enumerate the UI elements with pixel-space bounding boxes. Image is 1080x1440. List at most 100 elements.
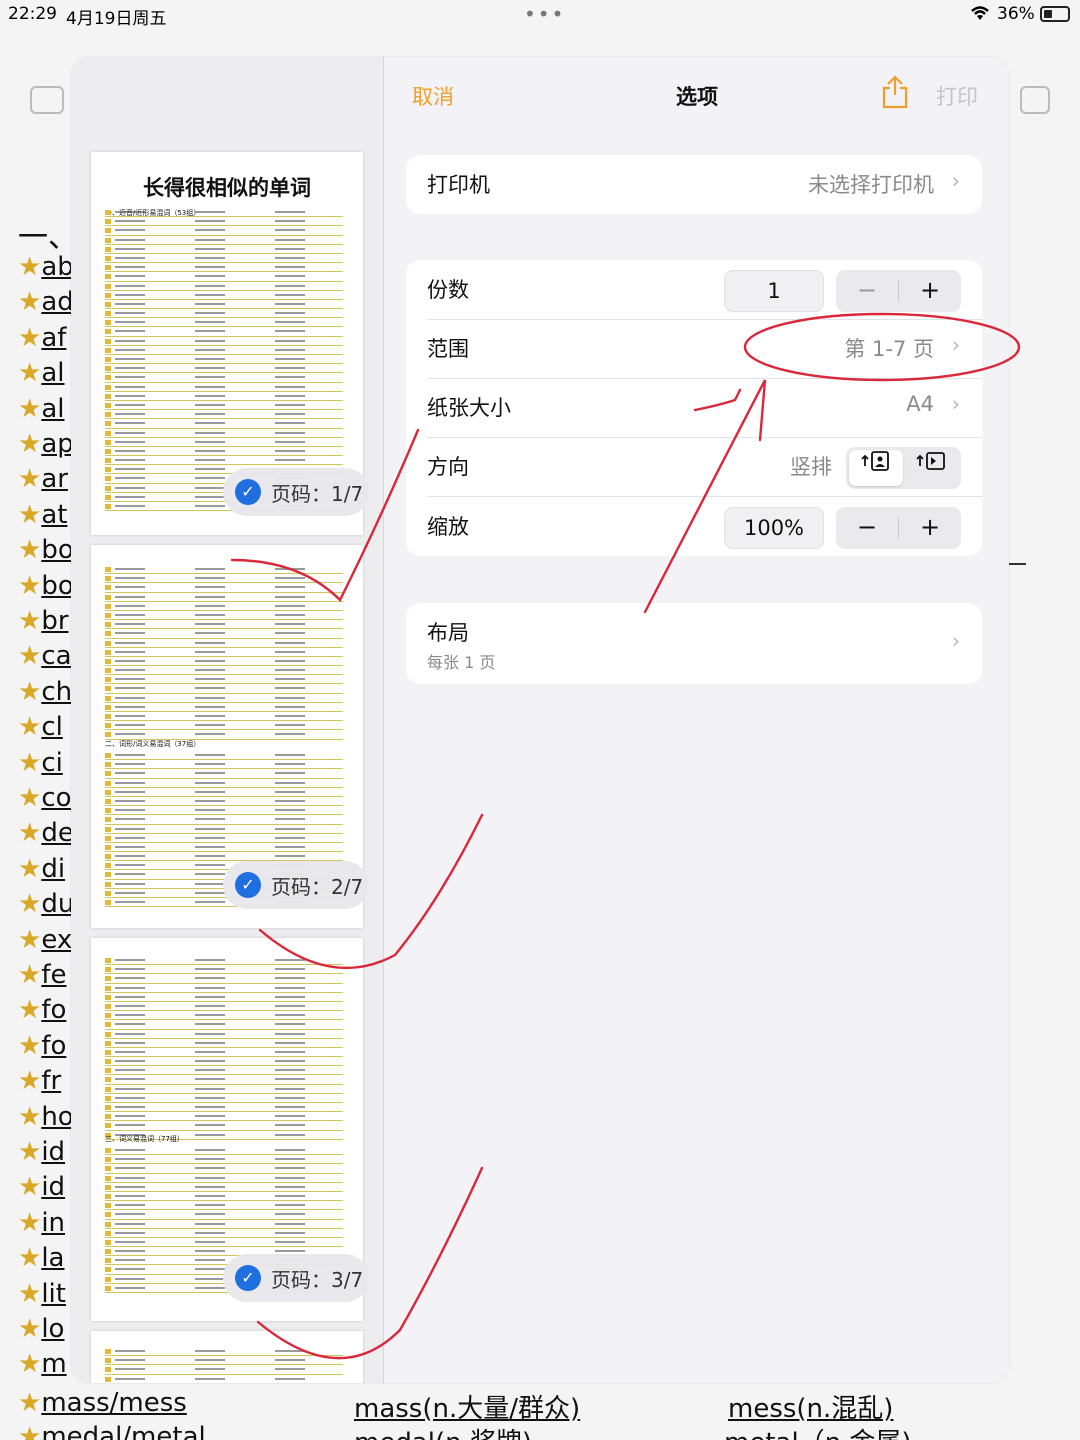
layout-card: 布局 每张 1 页 › [406,603,982,684]
star-icon: ★ [18,1172,42,1203]
print-settings: 取消 选项 打印 打印机 未选择打印机 › 份数 1 − + 范围 第 1-7 … [385,57,1009,1383]
star-icon: ★ [18,641,42,672]
orientation-toggle [846,447,961,489]
chevron-right-icon: › [951,629,960,653]
star-icon: ★ [18,1243,42,1274]
star-icon: ★ [18,499,42,530]
background-divider [1008,563,1026,565]
star-icon: ★ [18,1314,42,1344]
section-heading: 二、词形/词义易混词（37组） [105,740,201,748]
background-row: ★ad [18,287,74,318]
background-row: ★ex [18,924,73,955]
decrement-button[interactable]: − [836,270,898,312]
background-row: ★id [18,1137,66,1167]
chevron-right-icon: › [951,333,960,357]
checkmark-icon: ✓ [235,479,261,505]
background-row: ★fr [18,1066,62,1097]
star-icon: ★ [18,606,42,636]
printer-row[interactable]: 打印机 未选择打印机 › [406,155,982,214]
background-row: ★m [18,1349,67,1380]
page-badge-1[interactable]: ✓ 页码：1/7 [223,468,369,516]
portrait-icon[interactable] [849,450,903,486]
background-heading: 一、 [18,220,78,255]
background-row: ★fo [18,1030,67,1061]
scale-input[interactable]: 100% [724,507,824,549]
star-icon: ★ [18,853,42,884]
layout-row[interactable]: 布局 每张 1 页 › [406,603,982,684]
star-icon: ★ [18,358,42,389]
sidebar-icon [30,86,64,114]
background-row: ★ch [18,676,73,707]
star-icon: ★ [18,1101,42,1132]
battery-icon [1040,6,1070,22]
share-icon[interactable] [881,75,909,109]
background-row: ★ab [18,252,74,282]
star-icon: ★ [18,287,42,318]
star-icon: ★ [18,429,42,459]
section-heading: 三、词义易混词（77组） [105,1135,184,1143]
star-icon: ★ [18,535,42,566]
background-row: ★fo [18,995,67,1026]
battery-percent: 36% [997,4,1035,24]
star-icon: ★ [18,1066,42,1097]
checkmark-icon: ✓ [235,1265,261,1291]
multitask-dots[interactable]: ••• [524,2,565,26]
paper-size-value: A4 [906,392,934,416]
print-button[interactable]: 打印 [936,81,978,111]
background-row-mass: ★mass/mess mass(n.大量/群众) mess(n.混乱) [18,1388,894,1424]
background-row: ★de [18,818,74,849]
star-icon: ★ [18,252,42,282]
star-icon: ★ [18,924,42,955]
compose-icon [1020,86,1050,114]
range-row[interactable]: 范围 第 1-7 页 › [406,319,982,378]
star-icon: ★ [18,393,42,424]
page-badge-2[interactable]: ✓ 页码：2/7 [223,861,369,909]
background-row: ★di [18,853,66,884]
increment-button[interactable]: + [899,270,961,312]
copies-stepper: − + [836,270,961,312]
star-icon: ★ [18,1030,42,1061]
decrement-button[interactable]: − [836,507,898,549]
star-icon: ★ [18,1137,42,1167]
page-badge-3[interactable]: ✓ 页码：3/7 [223,1254,369,1302]
star-icon: ★ [18,570,42,601]
range-value: 第 1-7 页 [844,337,934,361]
preview-page-4[interactable] [91,1331,363,1383]
background-row: ★fe [18,960,67,990]
orientation-value: 竖排 [790,455,832,479]
scale-row: 缩放 100% − + [406,497,982,556]
star-icon: ★ [18,676,42,707]
chevron-right-icon: › [951,392,960,416]
chevron-right-icon: › [951,169,960,193]
page-preview-list[interactable]: 长得很相似的单词 一、近音/近形易混词（53组） ✓ 页码：1/7 二、词形/词… [71,57,384,1383]
increment-button[interactable]: + [899,507,961,549]
copies-input[interactable]: 1 [724,270,824,312]
landscape-icon[interactable] [904,450,958,486]
star-icon: ★ [18,995,42,1026]
status-bar: 22:29 4月19日周五 ••• 36% [0,0,1080,30]
orientation-row: 方向 竖排 [406,437,982,496]
checkmark-icon: ✓ [235,872,261,898]
status-date: 4月19日周五 [66,9,167,29]
status-time: 22:29 [8,4,57,24]
background-row: ★in [18,1207,66,1238]
star-icon: ★ [18,712,42,743]
star-icon: ★ [18,1349,42,1380]
wifi-icon [968,2,992,27]
background-row: ★af [18,322,67,353]
background-row: ★lo [18,1314,65,1344]
background-row: ★ca [18,641,72,672]
nav-bar: 取消 选项 打印 [385,57,1009,137]
background-row: ★co [18,783,72,813]
paper-size-row[interactable]: 纸张大小 A4 › [406,378,982,437]
background-row: ★bo [18,570,74,601]
star-icon: ★ [18,1278,42,1309]
star-icon: ★ [18,747,42,778]
background-row: ★ap [18,429,74,459]
star-icon: ★ [18,322,42,353]
star-icon: ★ [18,783,42,813]
document-title: 长得很相似的单词 [143,176,311,200]
options-card: 份数 1 − + 范围 第 1-7 页 › 纸张大小 A4 › 方向 竖排 缩放… [406,260,982,556]
background-row: ★at [18,499,68,530]
star-icon: ★ [18,960,42,990]
